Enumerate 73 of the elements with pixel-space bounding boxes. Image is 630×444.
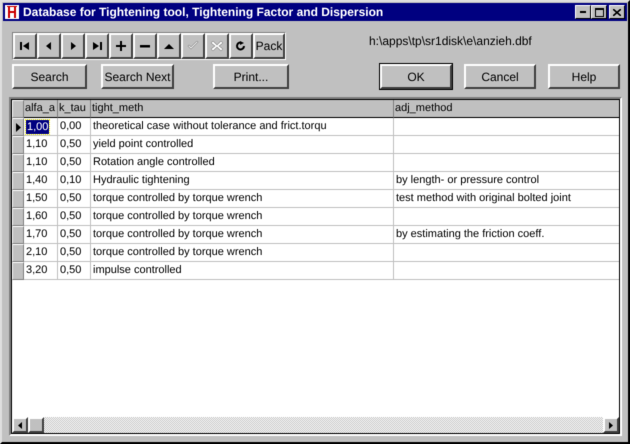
action-button[interactable]: Search	[12, 64, 87, 89]
cell-text: 0,50	[60, 155, 82, 170]
window-title: Database for Tightening tool, Tightening Factor and Dispersion	[23, 5, 384, 19]
cell-text: 1,60	[26, 209, 48, 224]
navigator-button[interactable]	[229, 33, 253, 59]
navigator-button[interactable]	[37, 33, 61, 59]
cell-text: test method with original bolted joint	[396, 191, 571, 206]
file-path: h:\apps\tp\sr1disk\e\anzieh.dbf	[369, 34, 532, 48]
column-header[interactable]: adj_method	[394, 100, 619, 118]
cell-text: by length- or pressure control	[396, 173, 540, 188]
cell-text: 0,50	[60, 245, 82, 260]
cell-text: 1,70	[26, 227, 48, 242]
navigator-button[interactable]	[157, 33, 181, 59]
current-row-icon	[16, 122, 20, 132]
right-arrow-icon	[609, 422, 613, 428]
cell-text: yield point controlled	[93, 137, 194, 152]
cell-text: by estimating the friction coeff.	[396, 227, 544, 242]
cell-text: 2,10	[26, 245, 48, 260]
cell-text: 0,50	[60, 209, 82, 224]
cell-text: Hydraulic tightening	[93, 173, 190, 188]
pack-button[interactable]: Pack	[253, 33, 285, 59]
dialog-button[interactable]: OK	[380, 64, 452, 89]
maximize-button[interactable]	[591, 5, 607, 19]
cell-text: torque controlled by torque wrench	[93, 245, 262, 260]
cell-text: torque controlled by torque wrench	[93, 191, 262, 206]
navigator-button[interactable]	[13, 33, 37, 59]
cell-text: 1,50	[26, 191, 48, 206]
first-record-icon	[19, 41, 31, 51]
column-header[interactable]: alfa_a	[24, 100, 58, 118]
cell-text: 0,50	[60, 191, 82, 206]
x-icon	[211, 41, 223, 51]
navigator-button[interactable]	[133, 33, 157, 59]
cell-text: theoretical case without tolerance and frict.torqu	[93, 119, 327, 134]
dialog-button[interactable]: Cancel	[464, 64, 536, 89]
horizontal-scrollbar[interactable]	[12, 417, 619, 433]
last-record-icon	[91, 41, 103, 51]
plus-icon	[115, 41, 127, 51]
cell-text: 1,10	[26, 155, 48, 170]
dialog-button[interactable]: Help	[548, 64, 620, 89]
close-icon	[613, 8, 621, 16]
cell-text: 1,10	[26, 137, 48, 152]
cell-text: 0,50	[60, 227, 82, 242]
cell-text: impulse controlled	[93, 263, 182, 278]
navigator-button[interactable]	[109, 33, 133, 59]
navigator-button[interactable]	[85, 33, 109, 59]
left-arrow-icon	[18, 422, 22, 428]
check-icon	[187, 41, 199, 51]
scroll-left-button[interactable]	[12, 417, 28, 433]
navigator-button[interactable]	[61, 33, 85, 59]
action-button[interactable]: Print...	[213, 64, 289, 89]
cell-text: 1,00	[26, 120, 50, 134]
maximize-icon	[594, 8, 604, 16]
cell-text: Rotation angle controlled	[93, 155, 215, 170]
column-header[interactable]: tight_meth	[91, 100, 394, 118]
scroll-right-button[interactable]	[603, 417, 619, 433]
cell-text: torque controlled by torque wrench	[93, 209, 262, 224]
action-button[interactable]: Search Next	[101, 64, 174, 89]
up-triangle-icon	[163, 41, 175, 51]
cell-text: 1,40	[26, 173, 48, 188]
scroll-thumb[interactable]	[28, 417, 44, 433]
cell-text: 0,50	[60, 137, 82, 152]
cell-text: 3,20	[26, 263, 48, 278]
row-indicator[interactable]	[12, 118, 24, 136]
column-header[interactable]: k_tau	[58, 100, 91, 118]
refresh-icon	[235, 41, 247, 51]
close-button[interactable]	[609, 5, 625, 19]
minimize-button[interactable]	[575, 5, 591, 19]
minimize-icon	[580, 11, 586, 13]
cell-text: 0,10	[60, 173, 82, 188]
cell-text: torque controlled by torque wrench	[93, 227, 262, 242]
cell-text: 0,50	[60, 263, 82, 278]
app-icon	[5, 5, 19, 19]
cell-text: 0,00	[60, 119, 82, 134]
